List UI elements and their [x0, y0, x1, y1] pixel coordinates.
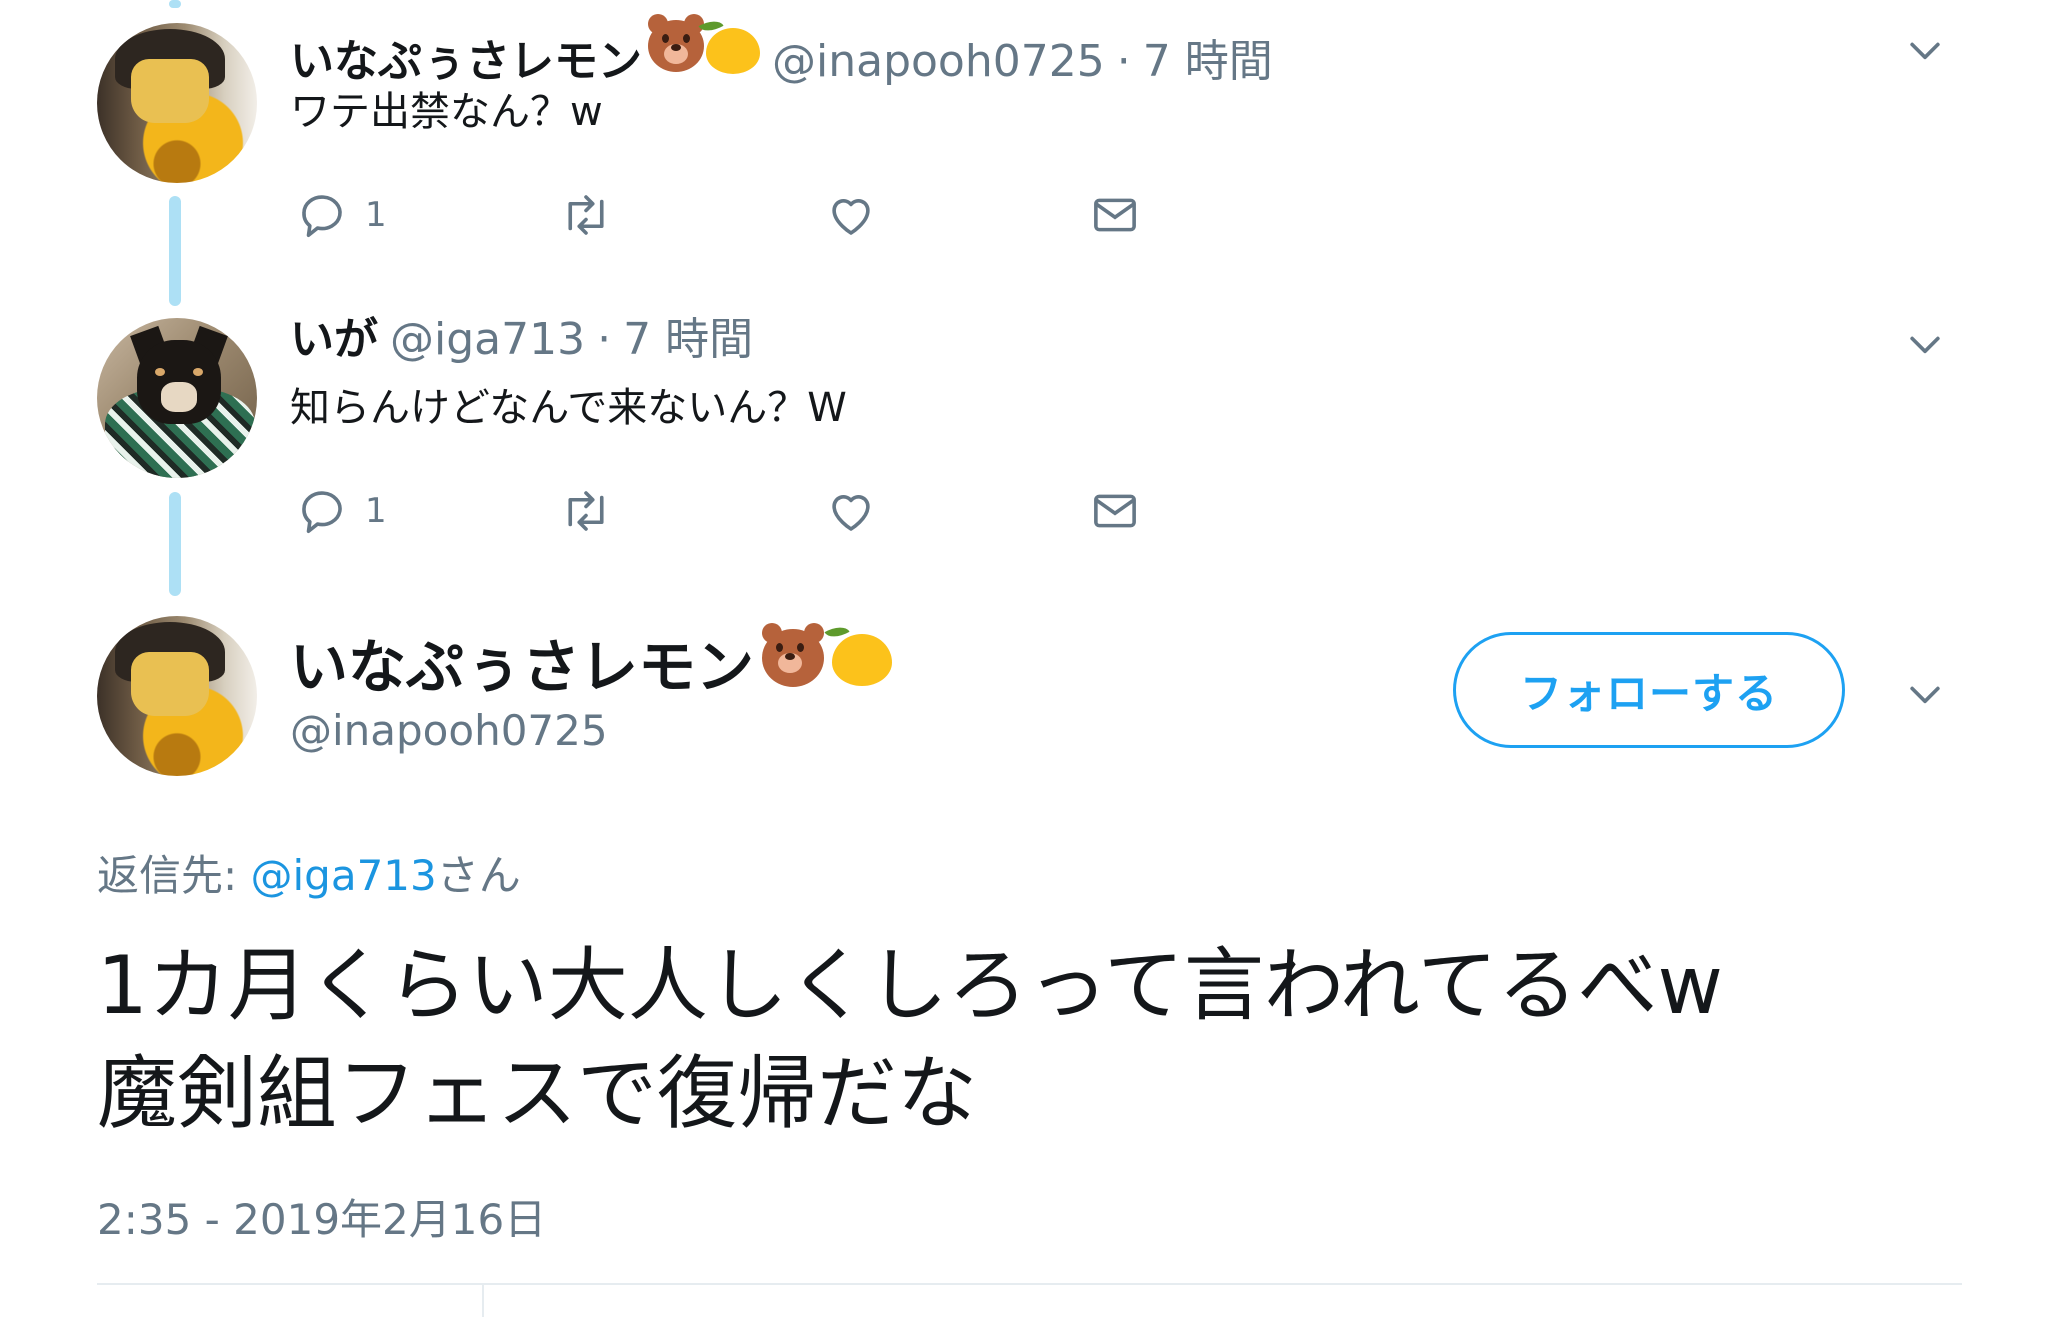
chevron-down-icon[interactable] [1903, 322, 1947, 366]
retweet-button[interactable] [559, 484, 613, 538]
reply-button[interactable]: 1 [295, 188, 387, 242]
divider [97, 1283, 1962, 1285]
tweet-actions: 1 [295, 484, 1195, 544]
avatar[interactable] [97, 616, 257, 776]
reply-count: 1 [365, 491, 387, 531]
reply-icon [302, 195, 342, 238]
thread-line-1 [169, 196, 181, 306]
reply-context: 返信先: @iga713さん [97, 842, 521, 903]
direct-message-button[interactable] [1088, 484, 1142, 538]
chevron-down-icon[interactable] [1903, 672, 1947, 716]
tweet-text-line: 魔剣組フェスで復帰だな [97, 1047, 977, 1140]
reply-to-mention-link[interactable]: @iga713 [251, 851, 437, 900]
display-name[interactable]: いなぷぅさレモン [290, 40, 642, 84]
bear-face-emoji-icon [648, 14, 704, 72]
reply-icon [302, 491, 342, 534]
reply-count: 1 [365, 195, 387, 235]
thread-line-2 [169, 492, 181, 596]
follow-button[interactable]: フォローする [1453, 632, 1845, 748]
retweet-button[interactable] [559, 188, 613, 242]
bear-face-emoji-icon [762, 623, 825, 687]
tweet-header: いが @iga713 · 7 時間 [290, 318, 753, 362]
reply-to-prefix: 返信先: [97, 851, 251, 900]
tweet-actions: 1 [295, 188, 1195, 248]
user-handle[interactable]: @iga713 [390, 318, 585, 362]
separator-dot: · [1116, 36, 1131, 87]
tweet-text: 知らんけどなんで来ないん？W [290, 385, 847, 431]
chevron-down-icon[interactable] [1903, 28, 1947, 72]
tweet-timestamp[interactable]: 2:35 - 2019年2月16日 [97, 1186, 546, 1247]
user-handle[interactable]: @inapooh0725 [772, 40, 1105, 84]
like-icon [832, 199, 870, 235]
main-tweet-author: いなぷぅさレモン [290, 620, 893, 704]
retweet-icon [568, 195, 604, 235]
tweet-text: ワテ出禁なん？w [290, 89, 603, 135]
retweet-icon [568, 491, 604, 531]
like-icon [832, 495, 870, 531]
lemon-emoji-icon [832, 634, 893, 686]
like-button[interactable] [824, 188, 878, 242]
tweet-header: いなぷぅさレモン @inapooh0725 · 7 時間 [290, 14, 1273, 87]
like-button[interactable] [824, 484, 878, 538]
thread-line-top [169, 0, 181, 8]
reply-button[interactable]: 1 [295, 484, 387, 538]
reply-to-suffix: さん [436, 851, 521, 900]
main-tweet-text: 1カ月くらい大人しくしろって言われてるべw 魔剣組フェスで復帰だな [97, 932, 1723, 1148]
lemon-emoji-icon [706, 28, 760, 74]
direct-message-icon [1094, 198, 1136, 232]
direct-message-button[interactable] [1088, 188, 1142, 242]
display-name[interactable]: いが [290, 318, 378, 362]
tweet-time[interactable]: 7 時間 [623, 318, 753, 362]
divider [482, 1283, 484, 1317]
direct-message-icon [1094, 494, 1136, 528]
separator-dot: · [597, 314, 612, 365]
avatar[interactable] [97, 318, 257, 478]
tweet-text-line: 1カ月くらい大人しくしろって言われてるべw [97, 939, 1723, 1032]
display-name[interactable]: いなぷぅさレモン [290, 620, 754, 704]
tweet-time[interactable]: 7 時間 [1143, 40, 1273, 84]
user-handle[interactable]: @inapooh0725 [290, 706, 608, 755]
avatar[interactable] [97, 23, 257, 183]
